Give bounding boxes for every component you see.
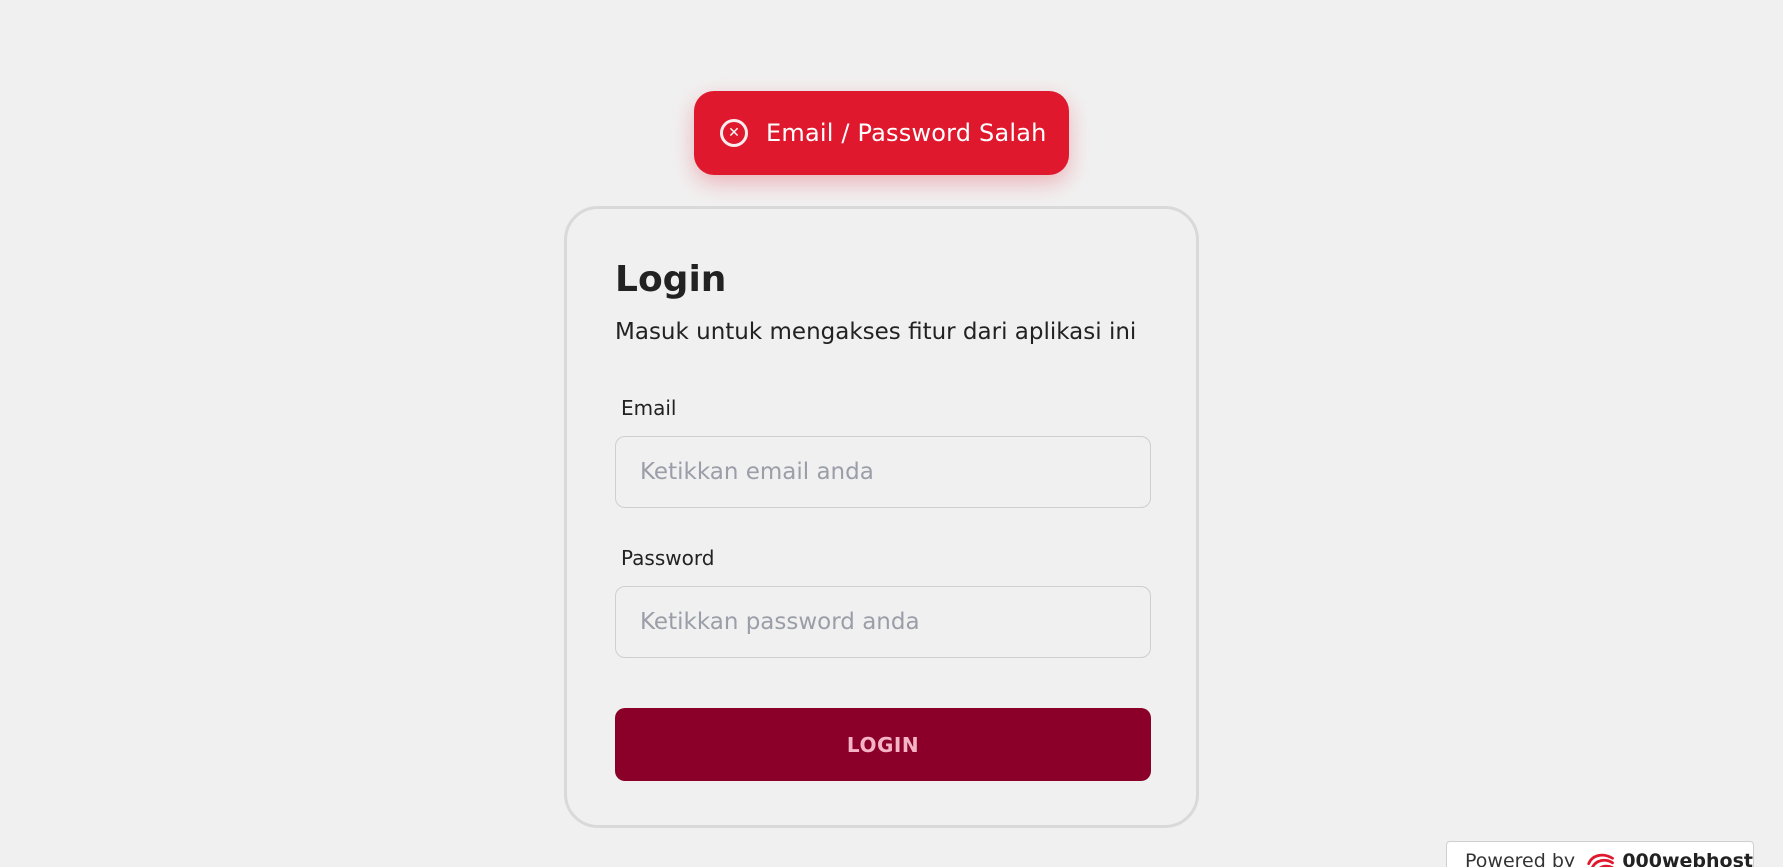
close-circle-icon: ✕ [720,119,748,147]
login-subtitle: Masuk untuk mengakses fitur dari aplikas… [615,319,1137,345]
powered-by-badge[interactable]: Powered by 000webhost [1446,841,1754,867]
powered-by-text: Powered by [1465,850,1576,867]
login-card: Login Masuk untuk mengakses fitur dari a… [564,206,1199,828]
error-toast: ✕ Email / Password Salah [694,91,1069,175]
000webhost-logo-icon [1587,853,1615,867]
login-button[interactable]: LOGIN [615,708,1151,781]
login-title: Login [615,259,727,300]
error-toast-message: Email / Password Salah [766,119,1047,147]
password-label: Password [621,546,715,570]
email-label: Email [621,396,677,420]
email-field[interactable] [615,436,1151,508]
password-field[interactable] [615,586,1151,658]
login-page: ✕ Email / Password Salah Login Masuk unt… [0,0,1783,867]
powered-by-brand: 000webhost [1622,850,1753,867]
